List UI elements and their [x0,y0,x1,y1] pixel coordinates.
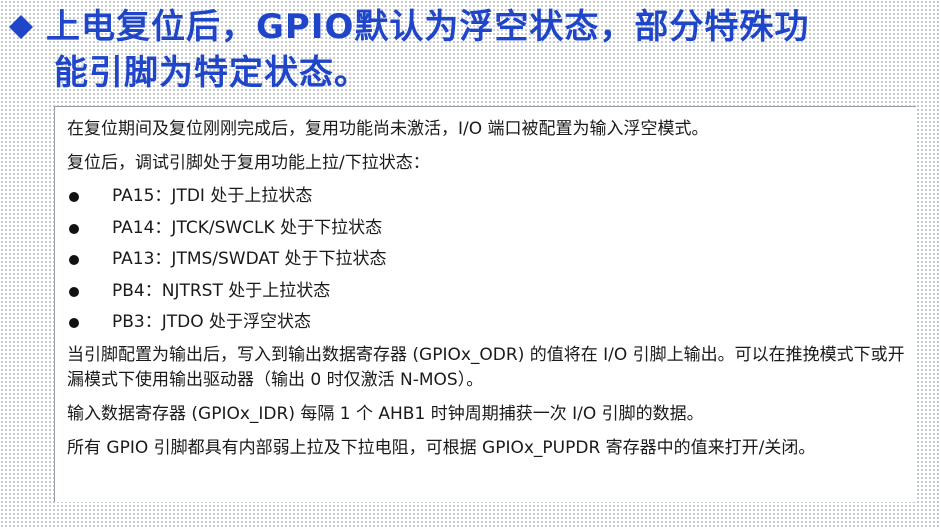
list-item-text: PB4：NJTRST 处于上拉状态 [112,280,331,301]
bullet-dot-icon [69,223,79,234]
bullet-dot-icon [69,318,79,329]
title-text-2: 能引脚为特定状态。 [54,53,369,93]
document-excerpt: 在复位期间及复位刚刚完成后，复用功能尚未激活，I/O 端口被配置为输入浮空模式。… [54,106,916,502]
after-reset-paragraph: 复位后，调试引脚处于复用功能上拉/下拉状态： [67,153,430,173]
bullet-dot-icon [69,286,79,297]
input-paragraph: 输入数据寄存器 (GPIOx_IDR) 每隔 1 个 AHB1 时钟周期捕获一次… [67,403,704,424]
list-item-text: PA13：JTMS/SWDAT 处于下拉状态 [112,249,387,270]
list-item-text: PB3：JTDO 处于浮空状态 [112,312,312,333]
title-text-1: 上电复位后，GPIO默认为浮空状态，部分特殊功 [46,7,810,47]
slide-title: 上电复位后，GPIO默认为浮空状态，部分特殊功 能引脚为特定状态。 [8,4,933,96]
list-item-text: PA15：JTDI 处于上拉状态 [112,186,313,206]
list-item: PA15：JTDI 处于上拉状态 [67,181,916,213]
list-item-text: PA14：JTCK/SWCLK 处于下拉状态 [112,217,383,238]
list-item: PA14：JTCK/SWCLK 处于下拉状态 [67,213,916,245]
title-line-1: 上电复位后，GPIO默认为浮空状态，部分特殊功 [8,4,933,50]
bullet-dot-icon [69,192,79,202]
debug-pin-list: PA15：JTDI 处于上拉状态 PA14：JTCK/SWCLK 处于下拉状态 … [67,181,916,339]
diamond-icon [8,14,34,40]
list-item: PB3：JTDO 处于浮空状态 [67,307,916,339]
intro-paragraph: 在复位期间及复位刚刚完成后，复用功能尚未激活，I/O 端口被配置为输入浮空模式。 [67,119,709,139]
list-item: PB4：NJTRST 处于上拉状态 [67,276,916,308]
pull-resistor-paragraph: 所有 GPIO 引脚都具有内部弱上拉及下拉电阻，可根据 GPIOx_PUPDR … [67,437,816,458]
list-item: PA13：JTMS/SWDAT 处于下拉状态 [67,244,916,276]
bullet-dot-icon [69,255,79,266]
output-paragraph: 当引脚配置为输出后，写入到输出数据寄存器 (GPIOx_ODR) 的值将在 I/… [67,344,905,390]
